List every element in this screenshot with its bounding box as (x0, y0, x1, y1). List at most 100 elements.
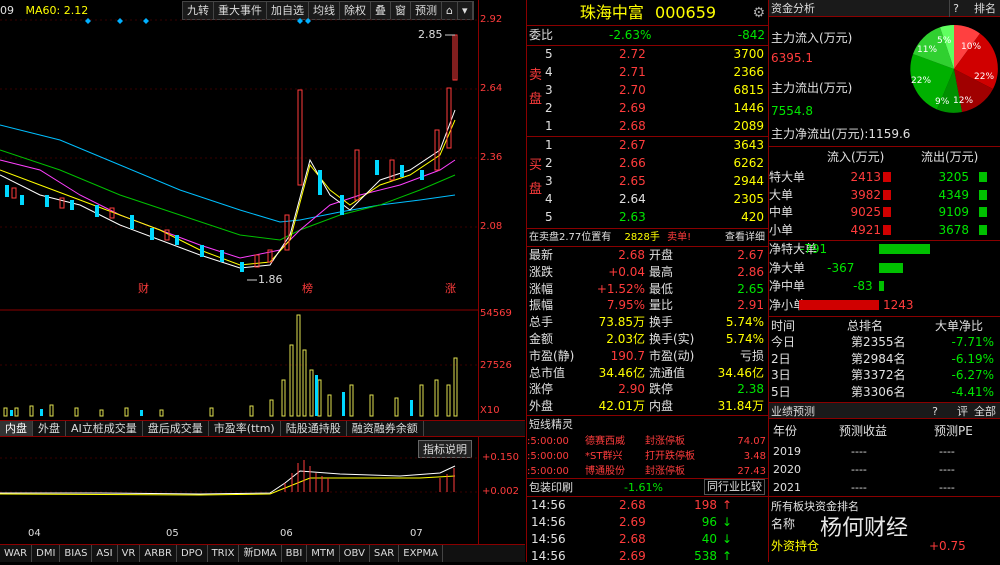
arrow-icon: ↓ (722, 532, 733, 546)
tick-time: 14:56 (531, 532, 566, 546)
outflow-value: 7554.8 (771, 104, 813, 118)
event-marker-2[interactable]: 榜 (302, 280, 313, 296)
fund-flow-panel: 资金分析 ? 排名 主力流入(万元) 6395.1 主力流出(万元) 7554.… (768, 0, 1000, 562)
event-marker-3[interactable]: 涨 (445, 280, 456, 296)
stat-label: 外盘 (529, 399, 554, 414)
tab-inner-vol[interactable]: 内盘 (0, 421, 33, 436)
buy-price[interactable]: 2.66 (619, 155, 646, 172)
sell-price[interactable]: 2.68 (619, 118, 646, 135)
stat-value: 5.74% (725, 332, 764, 346)
tab-ind-war[interactable]: WAR (0, 545, 33, 562)
net-type: 净中单 (769, 279, 806, 293)
stat-value: 2.91 (737, 298, 764, 313)
pie-label: 9% (935, 97, 950, 107)
stat-value: 42.01万 (598, 399, 645, 414)
tab-ind-sar[interactable]: SAR (370, 545, 400, 562)
sell-price[interactable]: 2.71 (619, 64, 646, 81)
stat-value: 2.38 (737, 382, 764, 397)
order-inflow: 3982 (850, 187, 881, 202)
rank-button[interactable]: 排名 (974, 0, 996, 17)
stat-value: 31.84万 (717, 399, 764, 414)
tab-ind-dmi[interactable]: DMI (32, 545, 61, 562)
tab-ind-dpo[interactable]: DPO (177, 545, 208, 562)
quote-panel: 珠海中富 000659 ⚙ 委比 -2.63% -842 卖盘 5 2.72 370… (526, 0, 769, 563)
stat-label: 换手(实) (649, 332, 695, 346)
net-type: 净大单 (769, 260, 806, 275)
board-row[interactable]: 外资持仓 (771, 538, 819, 555)
outflow-bar-icon (979, 172, 987, 182)
rank-period: 今日 (771, 335, 796, 349)
tab-ind-expma[interactable]: EXPMA (399, 545, 443, 562)
event-marker-1[interactable]: 财 (138, 280, 149, 296)
outflow-bar-icon (979, 207, 987, 217)
inflow-bar-icon (883, 207, 891, 217)
net-bar (879, 262, 903, 273)
pred-rate-button[interactable]: 评 (957, 403, 968, 420)
sell-price[interactable]: 2.70 (619, 82, 646, 99)
short-title[interactable]: 短线精灵 (529, 416, 573, 433)
tab-northbound[interactable]: 陆股通持股 (281, 421, 347, 436)
order-inflow: 4921 (850, 222, 881, 237)
pred-help-button[interactable]: ? (932, 403, 938, 420)
buy-price[interactable]: 2.63 (619, 209, 646, 226)
tab-ind-asi[interactable]: ASI (92, 545, 118, 562)
pred-eps: ---- (851, 481, 867, 494)
buy-price[interactable]: 2.67 (619, 137, 646, 154)
view-detail-link[interactable]: 查看详细 (725, 229, 765, 246)
sell-price[interactable]: 2.72 (619, 46, 646, 63)
book-level: 3 (545, 174, 553, 188)
pred-pe: ---- (939, 481, 955, 494)
tab-ind-vr[interactable]: VR (118, 545, 141, 562)
inflow-bar-icon (883, 189, 891, 200)
stat-label: 涨幅 (529, 281, 554, 296)
order-type: 小单 (769, 222, 794, 237)
tab-ind-obv[interactable]: OBV (340, 545, 370, 562)
indicator-svg (0, 457, 478, 496)
outflow-header: 流出(万元) (921, 150, 979, 164)
rank-ratio: -4.41% (951, 384, 994, 399)
stat-value: +0.04 (608, 264, 645, 279)
net-bar (879, 244, 930, 254)
date-tick: 04 (28, 528, 41, 539)
tab-ind-arbr[interactable]: ARBR (140, 545, 177, 562)
stat-label: 最低 (649, 281, 674, 296)
stat-label: 量比 (649, 298, 674, 313)
tab-ind-bbi[interactable]: BBI (282, 545, 308, 562)
pred-all-button[interactable]: 全部 (974, 403, 996, 420)
buy-volume: 2305 (733, 192, 764, 206)
tab-pe-ttm[interactable]: 市盈率(ttm) (209, 421, 281, 436)
tab-outer-vol[interactable]: 外盘 (33, 421, 66, 436)
sell-volume: 2366 (733, 65, 764, 79)
tab-margin[interactable]: 融资融券余额 (347, 421, 424, 436)
kline-svg (0, 18, 478, 417)
stat-value: +1.52% (596, 281, 645, 296)
rank-hdr-ratio: 大单净比 (935, 319, 984, 333)
buy-volume: 6262 (733, 156, 764, 170)
compare-industry-button[interactable]: 同行业比较 (704, 479, 765, 495)
board-name: 名称 (771, 517, 796, 531)
book-level: 2 (545, 101, 553, 115)
tab-ind-trix[interactable]: TRIX (208, 545, 240, 562)
buy-volume: 2944 (733, 174, 764, 188)
sell-volume: 3700 (733, 47, 764, 61)
buy-price[interactable]: 2.64 (619, 191, 646, 208)
help-button[interactable]: ? (949, 0, 962, 17)
tab-ind-bias[interactable]: BIAS (60, 545, 93, 562)
price-tick: 2.64 (480, 83, 503, 94)
tab-ind-mtm[interactable]: MTM (307, 545, 340, 562)
tab-ai-vol[interactable]: AI立桩成交量 (66, 421, 143, 436)
pie-label: 10% (961, 42, 982, 52)
tick-time: 14:56 (531, 498, 566, 512)
rank-hdr-rank: 总排名 (847, 319, 884, 333)
tab-ind-dma[interactable]: 新DMA (239, 545, 282, 562)
stat-label: 涨停 (529, 382, 554, 397)
sell-price[interactable]: 2.69 (619, 100, 646, 117)
stat-value: 2.65 (737, 281, 764, 296)
stat-label: 涨跌 (529, 264, 554, 279)
price-axis: 2.92 2.64 2.36 2.08 54569 27526 X10 (478, 0, 525, 420)
kline-chart-area[interactable]: 09 MA60: 2.12 九转 重大事件 加自选 均线 除权 叠 窗 预测 ⌂… (0, 0, 525, 562)
date-tick: 07 (410, 528, 423, 539)
gear-icon[interactable]: ⚙ (752, 0, 765, 26)
buy-price[interactable]: 2.65 (619, 173, 646, 190)
tab-after-hours[interactable]: 盘后成交量 (143, 421, 209, 436)
